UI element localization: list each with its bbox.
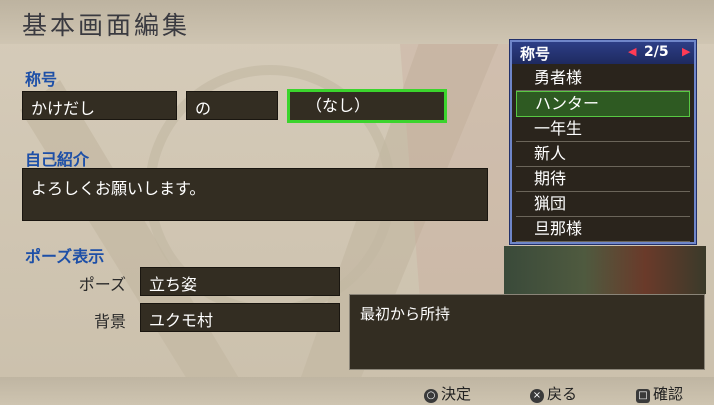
list-item[interactable]: 期待 [516,167,690,192]
title-word1-field[interactable]: かけだし [22,91,177,120]
pose-field[interactable]: 立ち姿 [140,267,340,296]
title-section-label: 称号 [25,70,58,89]
list-item[interactable]: 勇者様 [516,66,690,91]
cross-button-icon: × [530,389,544,403]
page-next-icon[interactable]: ▶ [682,45,690,58]
pose-label: ポーズ [78,275,126,294]
list-item[interactable]: 猟団 [516,192,690,217]
list-item[interactable]: 旦那様 [516,217,690,242]
character-preview [504,246,706,294]
intro-text-field[interactable]: よろしくお願いします。 [22,168,488,221]
confirm-button[interactable]: ○ 決定 [424,383,471,404]
list-item-selected[interactable]: ハンター [516,91,690,117]
check-label: 確認 [653,385,684,403]
confirm-label: 決定 [441,385,472,403]
title-connector-field[interactable]: の [186,91,278,120]
intro-section-label: 自己紹介 [25,150,90,169]
footer-bar [0,377,714,405]
back-label: 戻る [547,385,578,403]
popup-title: 称号 [520,45,551,63]
back-button[interactable]: × 戻る [530,383,577,404]
popup-page-indicator: 2/5 [644,44,669,60]
list-item[interactable]: 一年生 [516,117,690,142]
check-button[interactable]: □ 確認 [636,383,683,404]
background-label: 背景 [93,312,126,331]
title-list: 勇者様 ハンター 一年生 新人 期待 猟団 旦那様 [516,66,690,242]
background-field[interactable]: ユクモ村 [140,303,340,332]
title-select-popup: 称号 ◀ 2/5 ▶ 勇者様 ハンター 一年生 新人 期待 猟団 旦那様 [510,40,696,244]
page-prev-icon[interactable]: ◀ [628,45,636,58]
popup-header: 称号 ◀ 2/5 ▶ [512,42,694,64]
square-button-icon: □ [636,389,650,403]
pose-section-label: ポーズ表示 [25,247,105,266]
circle-button-icon: ○ [424,389,438,403]
screen-title: 基本画面編集 [22,11,191,40]
list-item[interactable]: 新人 [516,142,690,167]
title-word2-field[interactable]: （なし） [287,89,447,123]
help-text-box: 最初から所持 [349,294,705,370]
